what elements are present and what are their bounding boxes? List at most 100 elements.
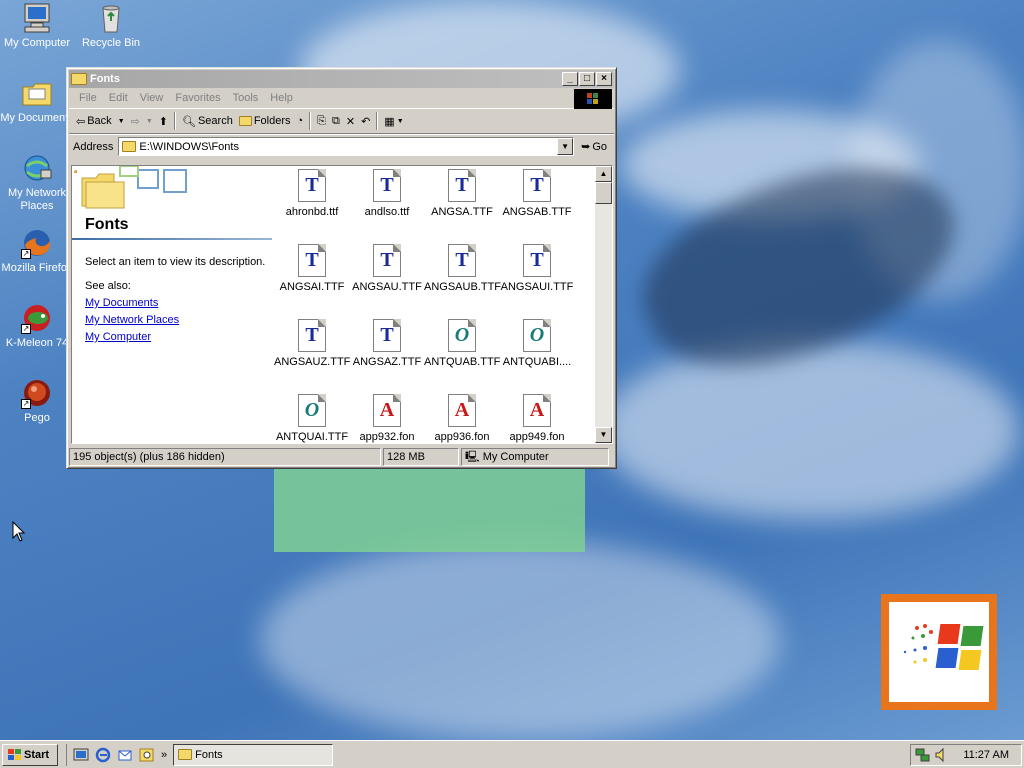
folders-icon bbox=[238, 116, 252, 126]
move-to-button[interactable]: ⎘ bbox=[314, 110, 329, 132]
status-size: 128 MB bbox=[383, 448, 459, 466]
menu-help[interactable]: Help bbox=[264, 92, 299, 104]
font-file-name: ANGSAUZ.TTF bbox=[274, 356, 351, 368]
forward-button[interactable]: ⇨ ▼ bbox=[128, 110, 156, 132]
link-my-documents[interactable]: My Documents bbox=[85, 297, 158, 309]
outlook-express-icon[interactable] bbox=[117, 747, 133, 763]
maximize-button[interactable]: □ bbox=[579, 72, 595, 86]
menu-favorites[interactable]: Favorites bbox=[169, 92, 226, 104]
font-file-item[interactable]: T ANGSAI.TTF bbox=[274, 244, 350, 293]
address-input[interactable]: E:\WINDOWS\Fonts ▼ bbox=[118, 137, 575, 156]
folder-icon bbox=[178, 749, 193, 760]
address-dropdown-button[interactable]: ▼ bbox=[557, 138, 574, 155]
undo-button[interactable]: ↶ bbox=[358, 110, 373, 132]
views-button[interactable]: ▦ ▼ bbox=[381, 110, 406, 132]
font-file-item[interactable]: Aapp936.fon bbox=[424, 394, 500, 443]
font-file-name: app936.fon bbox=[434, 431, 490, 443]
fonts-window: Fonts _ □ × File Edit View Favorites Too… bbox=[66, 67, 617, 469]
file-list: Tahronbd.ttf Tandlso.ttf T ANGSA.TTF T ANGSAB… bbox=[274, 166, 596, 443]
desktop-green-rectangle bbox=[274, 468, 585, 552]
font-file-item[interactable]: T ANGSA.TTF bbox=[424, 169, 500, 218]
truetype-font-icon: T bbox=[298, 169, 326, 202]
menu-tools[interactable]: Tools bbox=[227, 92, 265, 104]
scroll-up-button[interactable]: ▲ bbox=[595, 166, 612, 182]
font-file-item[interactable]: T ANGSAU.TTF bbox=[349, 244, 425, 293]
go-button[interactable]: ➥ Go bbox=[578, 136, 610, 158]
font-file-item[interactable]: Tahronbd.ttf bbox=[274, 169, 350, 218]
quick-launch-more-icon[interactable]: » bbox=[161, 749, 167, 761]
taskbar-button-fonts[interactable]: Fonts bbox=[173, 743, 334, 766]
folders-button[interactable]: Folders bbox=[236, 110, 294, 132]
font-file-name: ANGSAUB.TTF bbox=[424, 281, 502, 293]
back-arrow-icon: ⇦ bbox=[76, 115, 86, 128]
scroll-down-button[interactable]: ▼ bbox=[595, 427, 612, 443]
truetype-font-icon: T bbox=[448, 169, 476, 202]
go-arrow-icon: ➥ bbox=[581, 141, 591, 153]
link-my-computer[interactable]: My Computer bbox=[85, 331, 151, 343]
menu-view[interactable]: View bbox=[134, 92, 170, 104]
desktop-icon-label: K-Meleon 74 bbox=[5, 337, 69, 349]
desktop-icon-label: My Computer bbox=[3, 37, 71, 49]
minimize-button[interactable]: _ bbox=[562, 72, 578, 86]
taskbar: Start » Fonts 11:27 AM bbox=[0, 740, 1024, 768]
desktop-icon-my-documents[interactable]: My Documents bbox=[0, 77, 74, 125]
computer-icon bbox=[21, 2, 53, 34]
font-file-item[interactable]: T ANGSAZ.TTF bbox=[349, 319, 425, 368]
delete-button[interactable]: ✕ bbox=[343, 110, 358, 132]
menu-edit[interactable]: Edit bbox=[103, 92, 134, 104]
font-file-item[interactable]: T ANGSAB.TTF bbox=[499, 169, 575, 218]
font-file-item[interactable]: O ANTQUABI.... bbox=[499, 319, 575, 368]
start-button[interactable]: Start bbox=[2, 743, 58, 766]
font-file-item[interactable]: Aapp949.fon bbox=[499, 394, 575, 443]
font-file-item[interactable]: Tandlso.ttf bbox=[349, 169, 425, 218]
desktop-icon-label: My Network Places bbox=[7, 187, 67, 212]
computer-icon: 🖳 bbox=[465, 450, 480, 463]
show-desktop-icon[interactable] bbox=[73, 747, 89, 763]
history-button[interactable]: ◔ bbox=[294, 110, 307, 132]
menu-file[interactable]: File bbox=[73, 92, 103, 104]
font-file-item[interactable]: O ANTQUAI.TTF bbox=[274, 394, 350, 443]
font-file-item[interactable]: T ANGSAUZ.TTF bbox=[274, 319, 350, 368]
font-file-name: ANTQUAI.TTF bbox=[275, 431, 349, 443]
volume-icon[interactable] bbox=[934, 747, 950, 763]
link-my-network-places[interactable]: My Network Places bbox=[85, 314, 179, 326]
desktop-icon-pego[interactable]: ↗ Pego bbox=[0, 377, 74, 425]
internet-explorer-icon[interactable] bbox=[95, 747, 111, 763]
network-connection-icon[interactable] bbox=[915, 747, 931, 763]
clock[interactable]: 11:27 AM bbox=[963, 749, 1009, 761]
windows-flag-blue bbox=[935, 648, 959, 668]
up-folder-button[interactable]: ⬆ bbox=[156, 110, 171, 132]
search-button[interactable]: 🔍︎ Search bbox=[179, 110, 236, 132]
status-location-text: My Computer bbox=[482, 451, 549, 463]
pane-title: Fonts bbox=[85, 216, 129, 233]
desktop-icon-k-meleon[interactable]: ↗ K-Meleon 74 bbox=[0, 302, 74, 350]
font-file-item[interactable]: T ANGSAUI.TTF bbox=[499, 244, 575, 293]
scrollbar-thumb[interactable] bbox=[595, 182, 612, 204]
history-icon: ◔ bbox=[296, 115, 304, 127]
status-location: 🖳 My Computer bbox=[461, 448, 609, 466]
toolbar-separator bbox=[376, 112, 379, 130]
go-label: Go bbox=[592, 140, 607, 153]
desktop-icon-my-network-places[interactable]: My Network Places bbox=[0, 152, 74, 213]
back-button[interactable]: ⇦ Back ▼ bbox=[73, 110, 128, 132]
desktop-icon-recycle-bin[interactable]: Recycle Bin bbox=[74, 2, 148, 50]
search-icon[interactable] bbox=[139, 747, 155, 763]
documents-folder-icon bbox=[21, 77, 53, 109]
move-to-icon: ⎘ bbox=[317, 114, 326, 127]
desktop-icon-my-computer[interactable]: My Computer bbox=[0, 2, 74, 50]
dropdown-arrow-icon: ▼ bbox=[145, 117, 153, 125]
font-file-name: ANGSAU.TTF bbox=[352, 281, 422, 293]
copy-to-button[interactable]: ⧉ bbox=[329, 110, 343, 132]
close-button[interactable]: × bbox=[596, 72, 612, 86]
font-file-item[interactable]: T ANGSAUB.TTF bbox=[424, 244, 502, 293]
font-file-item[interactable]: Aapp932.fon bbox=[349, 394, 425, 443]
system-tray: 11:27 AM bbox=[910, 744, 1022, 766]
status-size-text: 128 MB bbox=[387, 451, 425, 463]
vertical-scrollbar[interactable]: ▲ ▼ bbox=[595, 166, 612, 443]
shortcut-arrow-icon: ↗ bbox=[21, 249, 31, 259]
window-titlebar[interactable]: Fonts _ □ × bbox=[69, 70, 614, 88]
address-label: Address bbox=[73, 140, 114, 153]
desktop-icon-mozilla-firefox[interactable]: ↗ Mozilla Firefox bbox=[0, 227, 74, 275]
font-file-item[interactable]: O ANTQUAB.TTF bbox=[424, 319, 500, 368]
font-file-name: ANGSAUI.TTF bbox=[500, 281, 574, 293]
